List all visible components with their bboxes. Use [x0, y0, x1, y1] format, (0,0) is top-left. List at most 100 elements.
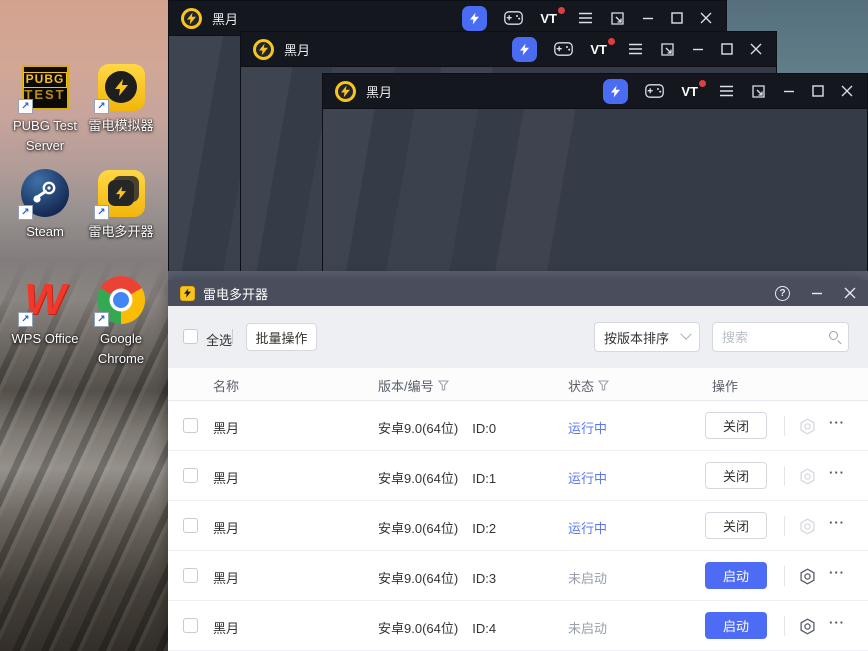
instance-row: 黑月 安卓9.0(64位) ID:2 运行中 关闭 ···	[168, 501, 868, 551]
row-checkbox[interactable]	[183, 618, 198, 633]
desktop-icon-label: 雷电模拟器	[88, 118, 154, 133]
minimize-icon[interactable]	[642, 12, 654, 24]
filter-icon[interactable]	[598, 380, 610, 391]
more-options-icon[interactable]: ···	[829, 415, 845, 430]
settings-gear-icon[interactable]	[799, 568, 816, 585]
stop-button[interactable]: 关闭	[705, 462, 767, 489]
instance-name: 黑月	[213, 471, 240, 486]
instance-version: 安卓9.0(64位)	[378, 621, 459, 636]
row-checkbox[interactable]	[183, 468, 198, 483]
instance-row: 黑月 安卓9.0(64位) ID:3 未启动 启动 ···	[168, 551, 868, 601]
close-icon[interactable]	[844, 287, 856, 299]
instance-status: 运行中	[568, 471, 608, 486]
stop-button[interactable]: 关闭	[705, 512, 767, 539]
help-icon[interactable]: ?	[775, 285, 790, 301]
ldplayer-logo-icon	[253, 38, 274, 60]
stop-button[interactable]: 关闭	[705, 412, 767, 439]
manager-titlebar[interactable]: 雷电多开器 ?	[168, 280, 868, 306]
menu-icon[interactable]	[719, 85, 734, 97]
instance-id: ID:4	[472, 621, 497, 636]
menu-icon[interactable]	[578, 12, 593, 24]
settings-gear-icon[interactable]	[799, 418, 816, 435]
chevron-down-icon	[680, 328, 692, 340]
instance-id: ID:0	[472, 421, 497, 436]
boost-icon[interactable]	[512, 36, 538, 62]
row-checkbox[interactable]	[183, 518, 198, 533]
row-checkbox[interactable]	[183, 568, 198, 583]
gamepad-icon[interactable]	[645, 84, 665, 98]
desktop-icon-ld-emulator[interactable]: ↗ 雷电模拟器	[82, 63, 160, 136]
instance-status: 未启动	[568, 621, 608, 636]
instance-version: 安卓9.0(64位)	[378, 521, 459, 536]
emulator-titlebar[interactable]: 黑月 VT	[323, 74, 867, 108]
more-options-icon[interactable]: ···	[829, 515, 845, 530]
instance-id: ID:3	[472, 571, 497, 586]
more-options-icon[interactable]: ···	[829, 615, 845, 630]
start-button[interactable]: 启动	[705, 612, 767, 639]
boost-icon[interactable]	[603, 78, 629, 104]
window-title: 黑月	[212, 11, 239, 27]
gamepad-icon[interactable]	[554, 42, 574, 56]
select-all-label: 全选	[206, 333, 233, 348]
window-title: 黑月	[366, 84, 393, 100]
emulator-window-3: 黑月 VT	[322, 73, 868, 280]
emulator-titlebar[interactable]: 黑月 VT	[169, 1, 726, 35]
emulator-titlebar[interactable]: 黑月 VT	[241, 32, 776, 66]
desktop-icon-steam[interactable]: ↗ Steam	[6, 169, 84, 242]
header-action: 操作	[712, 379, 739, 394]
gamepad-icon[interactable]	[504, 11, 524, 25]
manager-app-icon	[180, 285, 195, 301]
window-title: 黑月	[284, 42, 311, 58]
desktop-icon-ld-multiplayer[interactable]: ↗ 雷电多开器	[82, 169, 160, 242]
manager-title: 雷电多开器	[203, 286, 269, 302]
desktop-icon-label: Steam	[26, 224, 64, 239]
instance-id: ID:2	[472, 521, 497, 536]
desktop-icon-google-chrome[interactable]: ↗ Google Chrome	[82, 276, 160, 368]
minimize-icon[interactable]	[811, 287, 823, 299]
sort-dropdown-value: 按版本排序	[604, 330, 670, 346]
instance-version: 安卓9.0(64位)	[378, 571, 459, 586]
minimize-icon[interactable]	[692, 43, 704, 55]
desktop-icon-pubg-test-server[interactable]: PUBG TEST ↗ PUBG Test Server	[6, 63, 84, 155]
close-icon[interactable]	[841, 85, 853, 97]
popout-icon[interactable]	[660, 42, 675, 57]
settings-gear-icon[interactable]	[799, 618, 816, 635]
desktop-icon-label: WPS Office	[11, 331, 79, 346]
table-header: 名称 版本/编号 状态 操作	[168, 368, 868, 401]
close-icon[interactable]	[700, 12, 712, 24]
row-checkbox[interactable]	[183, 418, 198, 433]
shortcut-arrow-icon: ↗	[94, 99, 109, 114]
desktop-icon-label: Google Chrome	[97, 331, 145, 366]
minimize-icon[interactable]	[783, 85, 795, 97]
batch-operations-button[interactable]: 批量操作	[246, 323, 317, 351]
shortcut-arrow-icon: ↗	[94, 205, 109, 220]
popout-icon[interactable]	[610, 11, 625, 26]
desktop-icon-label: PUBG Test Server	[12, 118, 78, 153]
vt-virtualization-icon[interactable]: VT	[590, 37, 615, 57]
settings-gear-icon[interactable]	[799, 518, 816, 535]
popout-icon[interactable]	[751, 84, 766, 99]
sort-dropdown[interactable]: 按版本排序	[594, 322, 700, 352]
menu-icon[interactable]	[628, 43, 643, 55]
maximize-icon[interactable]	[721, 43, 733, 55]
start-button[interactable]: 启动	[705, 562, 767, 589]
shortcut-arrow-icon: ↗	[18, 205, 33, 220]
vt-virtualization-icon[interactable]: VT	[540, 6, 565, 26]
select-all-checkbox[interactable]	[183, 329, 198, 344]
instance-row: 黑月 安卓9.0(64位) ID:0 运行中 关闭 ···	[168, 401, 868, 451]
vt-virtualization-icon[interactable]: VT	[681, 79, 706, 99]
maximize-icon[interactable]	[812, 85, 824, 97]
filter-icon[interactable]	[437, 380, 449, 391]
maximize-icon[interactable]	[671, 12, 683, 24]
search-input[interactable]	[722, 324, 822, 350]
instance-row: 黑月 安卓9.0(64位) ID:4 未启动 启动 ···	[168, 601, 868, 651]
desktop-icon-wps-office[interactable]: W ↗ WPS Office	[6, 275, 84, 349]
search-box[interactable]	[712, 322, 849, 352]
more-options-icon[interactable]: ···	[829, 465, 845, 480]
emulator-screen	[323, 108, 867, 279]
instance-status: 运行中	[568, 421, 608, 436]
settings-gear-icon[interactable]	[799, 468, 816, 485]
close-icon[interactable]	[750, 43, 762, 55]
boost-icon[interactable]	[462, 5, 488, 31]
more-options-icon[interactable]: ···	[829, 565, 845, 580]
